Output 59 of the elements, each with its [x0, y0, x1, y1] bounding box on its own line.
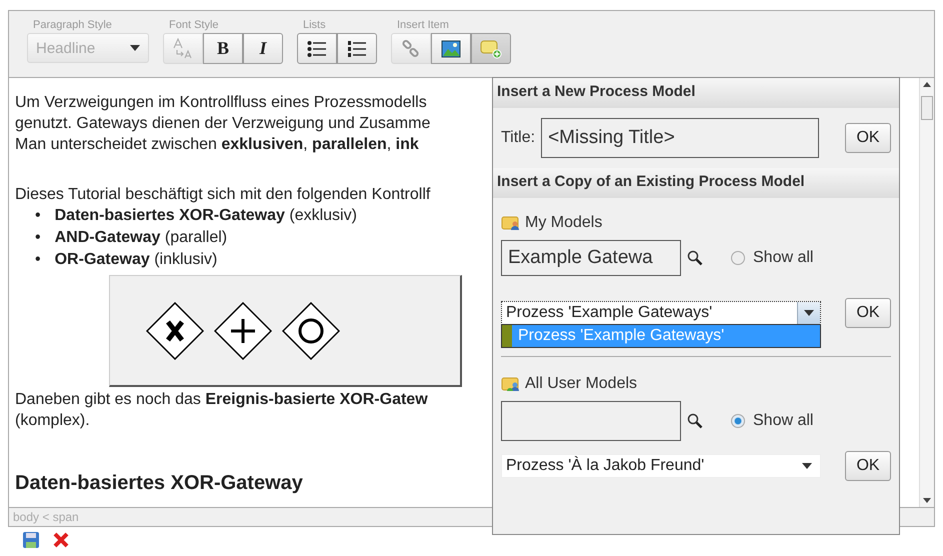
model-select[interactable]: Prozess 'Example Gateways' — [501, 301, 821, 325]
link-icon — [401, 38, 421, 58]
text-line: Man unterscheidet zwischen exklusiven, parallelen, ink — [15, 135, 419, 155]
image-icon — [441, 40, 461, 58]
group-label: My Models — [525, 214, 602, 232]
model-select[interactable]: Prozess 'À la Jakob Freund' — [501, 454, 821, 478]
caret-icon — [804, 310, 814, 316]
search-input[interactable]: Example Gatewa — [501, 240, 681, 276]
caret-icon — [802, 463, 812, 469]
search-input[interactable] — [501, 401, 681, 441]
caret-icon — [130, 45, 140, 51]
title-label: Title: — [501, 129, 536, 147]
italic-button[interactable]: I — [243, 33, 283, 64]
image-button[interactable] — [431, 33, 471, 64]
bullet-marker: • — [35, 228, 41, 248]
group-label: All User Models — [525, 375, 638, 393]
toolbar-group-label: Font Style — [168, 19, 220, 31]
text-line: Daneben gibt es noch das Ereignis-basierte XOR-Gatew — [15, 390, 428, 410]
bullet-list-icon — [307, 40, 327, 58]
scrollbar[interactable] — [919, 78, 934, 507]
bullet-list-button[interactable] — [297, 33, 337, 64]
title-input[interactable]: <Missing Title> — [541, 118, 820, 158]
numbered-list-icon — [347, 40, 367, 58]
numbered-list-button[interactable] — [337, 33, 377, 64]
toolbar-group-label: Lists — [302, 19, 327, 31]
scroll-down-icon[interactable] — [923, 498, 931, 503]
font-size-icon — [172, 38, 194, 60]
scroll-thumb[interactable] — [921, 96, 933, 120]
scroll-up-icon[interactable] — [923, 82, 931, 87]
list-item: AND-Gateway (parallel) — [54, 228, 228, 248]
section-header: Insert a New Process Model — [493, 78, 899, 108]
bold-button[interactable]: B — [203, 33, 243, 64]
list-item: OR-Gateway (inklusiv) — [54, 250, 218, 270]
save-icon[interactable] — [22, 531, 40, 549]
and-gateway-icon — [214, 302, 272, 360]
search-icon[interactable] — [687, 250, 703, 266]
search-icon[interactable] — [687, 413, 703, 429]
ok-button[interactable]: OK — [845, 451, 891, 481]
text-line: genutzt. Gateways dienen der Verzweigung und Zusamme — [15, 114, 430, 134]
text-line: (komplex). — [15, 411, 90, 431]
user-folder-icon — [501, 215, 521, 231]
new-model-icon — [480, 38, 502, 58]
bullet-marker: • — [35, 206, 41, 226]
list-item: Daten-basiertes XOR-Gateway (exklusiv) — [54, 206, 357, 226]
bullet-marker: • — [35, 250, 41, 270]
xor-gateway-icon — [146, 302, 204, 360]
section-header: Insert a Copy of an Existing Process Model — [493, 168, 899, 198]
show-all-radio[interactable]: Show all — [731, 249, 814, 267]
ok-button[interactable]: OK — [845, 123, 891, 153]
text-line: Dieses Tutorial beschäftigt sich mit den folgenden Kontrollf — [15, 185, 430, 205]
users-folder-icon — [501, 376, 521, 392]
section-heading: Daten-basiertes XOR-Gateway — [15, 471, 303, 495]
text-line: Um Verzweigungen im Kontrollfluss eines Prozessmodells — [15, 93, 427, 113]
ok-button[interactable]: OK — [845, 298, 891, 328]
toolbar-group-label: Paragraph Style — [32, 19, 113, 31]
toolbar-group-label: Insert Item — [396, 19, 450, 31]
or-gateway-icon — [282, 302, 340, 360]
cancel-icon[interactable] — [52, 531, 70, 549]
show-all-radio[interactable]: Show all — [731, 412, 814, 430]
